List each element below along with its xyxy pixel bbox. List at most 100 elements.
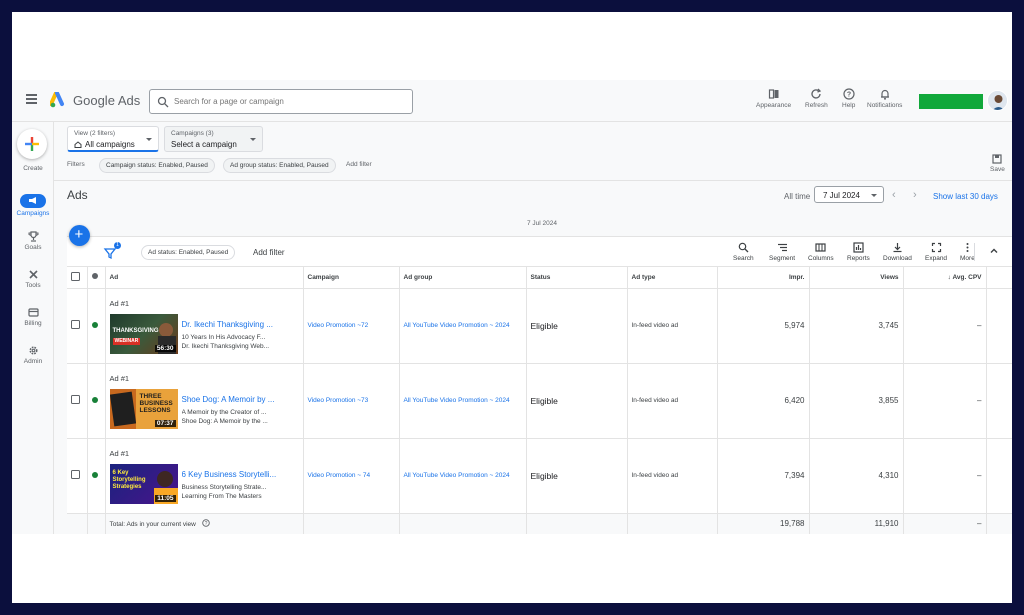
help-icon: ? [843,88,855,100]
refresh-button[interactable]: Refresh [805,88,828,109]
ad-group-link[interactable]: All YouTube Video Promotion ~ 2024 [399,363,527,439]
total-empty-cell [399,513,527,534]
screenshot-frame: Google Ads Appearance [12,12,1012,603]
campaign-link[interactable]: Video Promotion ~73 [303,363,400,439]
row-checkbox[interactable] [71,320,80,329]
select-all-checkbox[interactable] [71,271,80,281]
row-status-cell [87,288,106,364]
table-row[interactable]: Ad #1 6 Key Storytelling Strategies 11:0… [67,438,1012,514]
extra-cell [986,438,1012,514]
nav-item-admin[interactable]: Admin [12,345,54,365]
video-thumbnail[interactable]: 6 Key Storytelling Strategies 11:05 [109,463,178,504]
campaign-link[interactable]: Video Promotion ~72 [303,288,400,364]
row-checkbox-cell[interactable] [67,438,88,514]
ad-title-link[interactable]: Dr. Ikechi Thanksgiving ... [182,320,290,329]
divider [54,180,1012,181]
date-picker[interactable]: 7 Jul 2024 [814,186,884,203]
row-checkbox[interactable] [71,470,80,479]
video-thumbnail[interactable]: THANKSGIVING WEBINAR 56:30 [109,313,178,354]
appearance-button[interactable]: Appearance [756,88,791,109]
save-label: Save [990,166,1005,173]
add-filter-button[interactable]: Add filter [253,248,285,257]
download-button[interactable]: Download [883,242,912,262]
header-ad-group[interactable]: Ad group [399,267,527,289]
search-icon [738,242,749,253]
notifications-button[interactable]: Notifications [867,88,902,109]
expand-label: Expand [925,255,948,262]
caret-down-icon [250,138,256,141]
campaign-link[interactable]: Video Promotion ~ 74 [303,438,400,514]
columns-button[interactable]: Columns [808,242,834,262]
filter-chip-ad-group-status[interactable]: Ad group status: Enabled, Paused [223,158,336,173]
filter-chip-campaign-status[interactable]: Campaign status: Enabled, Paused [99,158,215,173]
campaign-selector[interactable]: Campaigns (3) Select a campaign [164,126,263,152]
help-icon[interactable]: ? [201,519,210,527]
megaphone-icon [29,196,36,204]
header-avg-cpv-cell[interactable]: ↓ Avg. CPV [903,267,987,289]
goals-label: Goals [24,244,42,251]
ad-group-link[interactable]: All YouTube Video Promotion ~ 2024 [399,288,527,364]
select-all-cell[interactable] [67,267,88,289]
view-selector[interactable]: View (2 filters) All campaigns [67,126,159,152]
save-button[interactable]: Save [990,154,1005,173]
segment-button[interactable]: Segment [769,242,795,262]
enabled-dot-icon [91,321,98,328]
reports-icon [853,242,864,253]
ad-title-link[interactable]: 6 Key Business Storytelli... [182,470,290,479]
row-checkbox-cell[interactable] [67,363,88,439]
avatar[interactable] [987,90,1008,111]
brand-name: Google Ads [73,93,141,108]
chevron-left-icon[interactable]: ‹ [892,189,896,201]
google-ads-logo-icon [50,92,64,108]
nav-item-campaigns[interactable]: Campaigns [12,194,54,217]
columns-label: Columns [808,255,834,262]
header-ad-type[interactable]: Ad type [627,267,718,289]
ad-group-link[interactable]: All YouTube Video Promotion ~ 2024 [399,438,527,514]
svg-text:?: ? [204,521,207,527]
date-range-caption: 7 Jul 2024 [527,220,557,227]
header-views[interactable]: Views [809,267,904,289]
notifications-label: Notifications [867,102,903,109]
segment-label: Segment [769,255,796,262]
menu-icon[interactable] [26,94,37,104]
nav-item-billing[interactable]: Billing [12,307,54,327]
create-button[interactable] [17,129,47,159]
table-row[interactable]: Ad #1 THREE BUSINESS LESSONS 07:37 Shoe … [67,363,1012,439]
show-last-30-days-link[interactable]: Show last 30 days [933,192,998,201]
save-icon [992,154,1003,164]
search-tool-button[interactable]: Search [733,242,754,262]
ads-table: Ad Campaign Ad group Status Ad type Impr… [67,267,1012,534]
table-row[interactable]: Ad #1 THANKSGIVING WEBINAR 56:30 Dr. Ike… [67,288,1012,364]
reports-button[interactable]: Reports [847,242,870,262]
ad-title-link[interactable]: Shoe Dog: A Memoir by ... [182,395,290,404]
header-campaign[interactable]: Campaign [303,267,400,289]
row-checkbox[interactable] [71,395,80,404]
bell-icon [880,89,889,100]
header-ad[interactable]: Ad [105,267,304,289]
total-views: 11,910 [809,513,904,534]
campaigns-count-label: Campaigns (3) [171,130,214,137]
total-impr: 19,788 [717,513,810,534]
filter-chip-ad-status[interactable]: Ad status: Enabled, Paused [141,245,236,260]
help-button[interactable]: ? Help [842,88,855,109]
nav-item-goals[interactable]: Goals [12,231,54,251]
nav-item-create[interactable]: Create [12,165,54,172]
expand-button[interactable]: Expand [925,242,947,262]
caret-down-icon [871,194,877,197]
video-thumbnail[interactable]: THREE BUSINESS LESSONS 07:37 [109,388,178,429]
view-filter-label: View (2 filters) [74,130,116,137]
search-box[interactable] [149,89,413,114]
thumbnail-title: THREE BUSINESS LESSONS [139,392,173,414]
search-input[interactable] [174,94,404,109]
chevron-up-icon[interactable] [989,246,999,256]
add-filter-link[interactable]: Add filter [346,161,372,168]
row-checkbox-cell[interactable] [67,288,88,364]
nav-item-tools[interactable]: Tools [12,269,54,289]
filters-label: Filters [67,161,85,168]
more-button[interactable]: More [960,242,975,262]
segment-icon [777,243,787,252]
add-ad-button[interactable]: + [69,225,90,246]
header-impr[interactable]: Impr. [717,267,810,289]
chevron-right-icon[interactable]: › [913,189,917,201]
header-status[interactable]: Status [526,267,628,289]
